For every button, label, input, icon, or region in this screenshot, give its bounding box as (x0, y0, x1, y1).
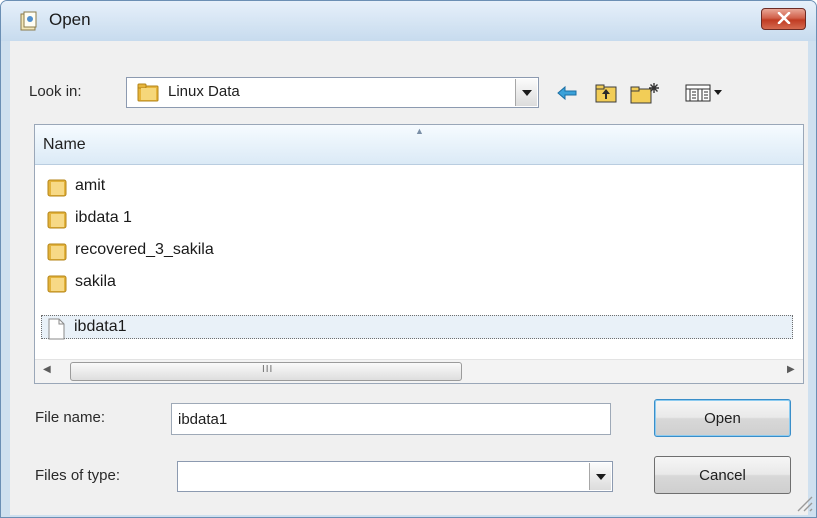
new-folder-icon[interactable] (629, 81, 661, 105)
folder-icon (47, 241, 67, 261)
list-item-label: ibdata1 (74, 318, 127, 335)
list-item-label: ibdata 1 (75, 209, 132, 226)
file-name-label: File name: (35, 409, 106, 426)
open-dialog: Open Look in: Linux Data ▲ Name amit ibd… (0, 0, 817, 518)
close-button[interactable] (761, 8, 806, 30)
look-in-value: Linux Data (168, 83, 240, 100)
up-folder-icon[interactable] (593, 81, 619, 105)
back-arrow-icon[interactable] (554, 81, 580, 105)
column-header-name[interactable]: ▲ Name (35, 125, 803, 165)
title-bar[interactable]: Open (1, 1, 816, 41)
list-item-label: recovered_3_sakila (75, 241, 214, 258)
list-item-label: amit (75, 177, 106, 194)
folder-icon (137, 82, 159, 102)
close-icon (777, 11, 791, 28)
files-of-type-label: Files of type: (35, 467, 121, 484)
file-icon (46, 318, 66, 340)
dropdown-arrow-icon[interactable] (589, 463, 611, 490)
list-item[interactable]: amit (43, 175, 795, 199)
folder-icon (47, 273, 67, 293)
sort-ascending-icon: ▲ (415, 126, 424, 136)
files-of-type-dropdown[interactable] (177, 461, 613, 492)
open-file-icon (19, 11, 39, 31)
scroll-left-arrow-icon[interactable]: ◀ (43, 364, 51, 375)
scroll-right-arrow-icon[interactable]: ▶ (787, 364, 795, 375)
list-item[interactable]: recovered_3_sakila (43, 239, 795, 263)
folder-icon (47, 177, 67, 197)
scroll-thumb[interactable]: III (70, 362, 462, 381)
list-item-selected[interactable]: ibdata1 (41, 315, 793, 340)
open-button[interactable]: Open (654, 399, 791, 437)
look-in-dropdown[interactable]: Linux Data (126, 77, 539, 108)
list-item[interactable]: ibdata 1 (43, 207, 795, 231)
folder-icon (47, 209, 67, 229)
view-menu-icon[interactable] (684, 81, 724, 105)
scroll-grip: III (262, 364, 274, 375)
window-title: Open (49, 10, 91, 29)
dropdown-arrow-icon[interactable] (515, 79, 537, 106)
cancel-button[interactable]: Cancel (654, 456, 791, 494)
list-item[interactable]: sakila (43, 271, 795, 295)
resize-grip-icon[interactable] (790, 489, 814, 513)
horizontal-scrollbar[interactable]: ◀ III ▶ (35, 359, 803, 383)
file-list[interactable]: ▲ Name amit ibdata 1 recovered_3_sakila (34, 124, 804, 384)
look-in-label: Look in: (29, 83, 82, 100)
list-item-label: sakila (75, 273, 116, 290)
column-header-label: Name (43, 136, 86, 153)
file-name-input[interactable] (171, 403, 611, 435)
